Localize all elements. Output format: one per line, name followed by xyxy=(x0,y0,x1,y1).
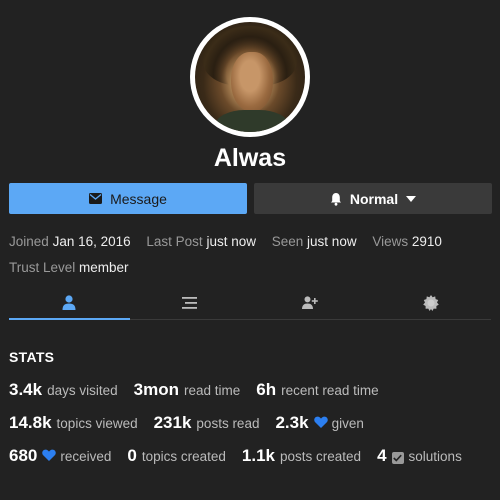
avatar-photo xyxy=(195,22,305,132)
message-button[interactable]: Message xyxy=(9,183,247,214)
stat-value: 2.3k xyxy=(275,413,309,432)
stat-label: given xyxy=(331,416,364,431)
list-icon xyxy=(182,296,198,309)
stats-row: 14.8k topics viewed 231k posts read 2.3k… xyxy=(9,413,380,433)
user-plus-icon xyxy=(302,296,319,309)
stat-read-time: 3mon read time xyxy=(134,380,241,400)
badge-icon xyxy=(422,294,439,311)
stat-recent-read-time: 6h recent read time xyxy=(256,380,378,400)
tab-invites[interactable] xyxy=(250,286,371,319)
bell-icon xyxy=(330,192,342,206)
trust-level-label: Trust Level xyxy=(9,260,76,275)
stats-row: 680 received 0 topics created 1.1k posts… xyxy=(9,446,478,466)
stat-label: recent read time xyxy=(281,383,379,398)
stat-value: 6h xyxy=(256,380,277,399)
stat-value: 4 xyxy=(377,446,387,465)
stat-posts-read: 231k posts read xyxy=(154,413,260,433)
stat-value: 0 xyxy=(127,446,137,465)
stat-label: read time xyxy=(183,383,241,398)
tab-summary[interactable] xyxy=(9,286,130,320)
avatar[interactable] xyxy=(190,17,310,137)
trust-level-value: member xyxy=(79,260,129,275)
heart-icon xyxy=(313,415,328,433)
stat-likes-given: 2.3k given xyxy=(275,413,363,433)
envelope-icon xyxy=(89,193,103,204)
user-icon xyxy=(62,295,76,310)
stat-value: 1.1k xyxy=(241,446,276,465)
stats-row: 3.4k days visited 3mon read time 6h rece… xyxy=(9,380,395,400)
stat-solutions: 4 solutions xyxy=(377,446,462,466)
last-post-label: Last Post xyxy=(146,234,203,249)
stat-value: 3mon xyxy=(133,380,179,399)
stat-label: topics viewed xyxy=(56,416,138,431)
stat-posts-created: 1.1k posts created xyxy=(242,446,361,466)
stat-label: posts read xyxy=(196,416,260,431)
heart-icon xyxy=(42,448,57,466)
last-post-value[interactable]: just now xyxy=(206,234,256,249)
seen-value: just now xyxy=(307,234,357,249)
seen-label: Seen xyxy=(271,234,304,249)
caret-down-icon xyxy=(406,195,417,202)
stat-topics-created: 0 topics created xyxy=(127,446,226,466)
stat-topics-viewed: 14.8k topics viewed xyxy=(9,413,138,433)
tab-badges[interactable] xyxy=(371,286,492,319)
stats-heading: STATS xyxy=(9,349,55,365)
stat-label: days visited xyxy=(47,383,118,398)
user-meta-row: Joined Jan 16, 2016 Last Post just now S… xyxy=(9,234,454,249)
stat-value: 680 xyxy=(9,446,38,465)
joined-label: Joined xyxy=(9,234,49,249)
stat-likes-received: 680 received xyxy=(9,446,111,466)
stat-label: received xyxy=(60,449,112,464)
notification-level-label: Normal xyxy=(349,190,399,207)
stat-value: 231k xyxy=(153,413,192,432)
views-value: 2910 xyxy=(411,234,442,249)
joined-value: Jan 16, 2016 xyxy=(52,234,131,249)
stat-value: 14.8k xyxy=(9,413,52,432)
trust-level-row: Trust Level member xyxy=(9,260,141,275)
stat-label: solutions xyxy=(408,449,462,464)
profile-tabs xyxy=(9,286,491,320)
tab-activity[interactable] xyxy=(130,286,251,319)
message-button-label: Message xyxy=(110,190,167,207)
username: Alwas xyxy=(213,144,287,172)
stat-label: posts created xyxy=(280,449,362,464)
checkbox-icon xyxy=(391,452,404,464)
stat-label: topics created xyxy=(141,449,226,464)
stat-value: 3.4k xyxy=(9,380,43,399)
notification-level-button[interactable]: Normal xyxy=(254,183,492,214)
views-label: Views xyxy=(372,234,409,249)
stat-days-visited: 3.4k days visited xyxy=(9,380,118,400)
